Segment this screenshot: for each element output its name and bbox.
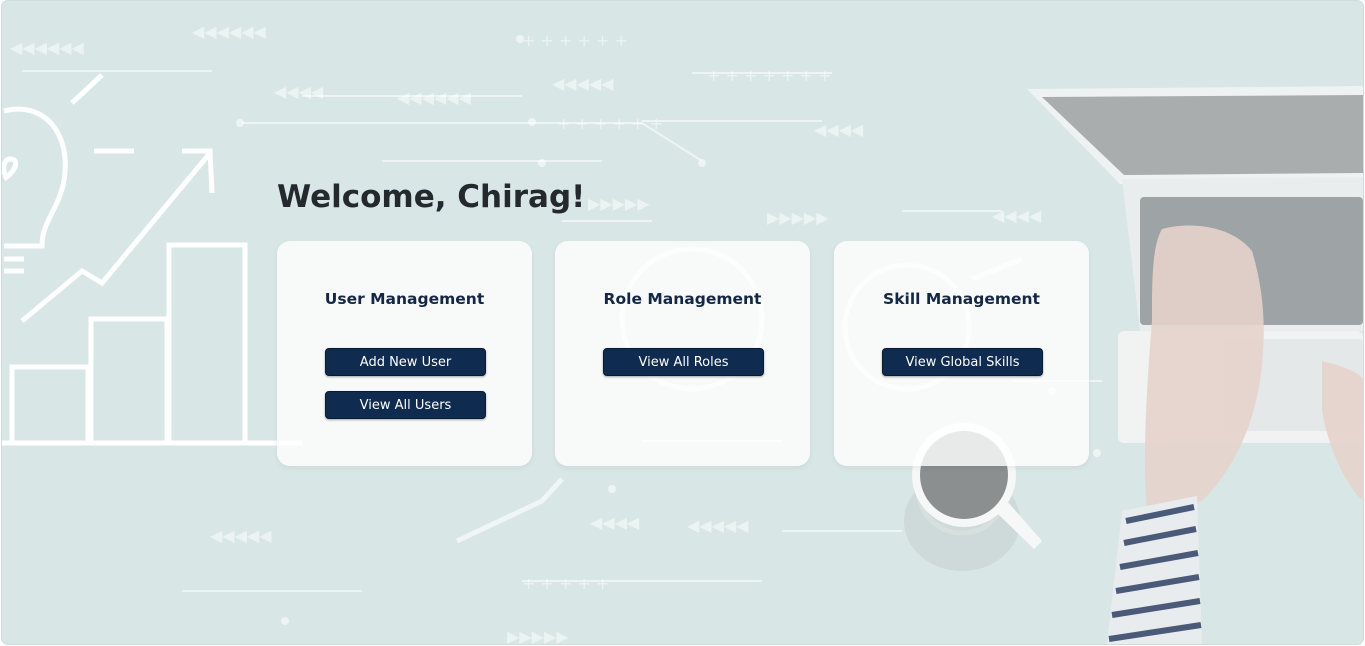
view-global-skills-button[interactable]: View Global Skills bbox=[882, 348, 1043, 376]
user-management-card: User Management Add New User View All Us… bbox=[277, 241, 532, 466]
svg-text:+ + + + + +: + + + + + + bbox=[522, 31, 628, 50]
page-frame: ◀◀◀◀◀◀ ◀◀◀◀◀◀ ◀◀◀◀ ◀◀◀◀◀◀ ◀◀◀◀◀ ▶▶▶▶▶ ▶▶… bbox=[2, 1, 1363, 644]
svg-text:◀◀◀◀◀◀: ◀◀◀◀◀◀ bbox=[397, 88, 472, 107]
svg-text:◀◀◀◀◀: ◀◀◀◀◀ bbox=[210, 526, 272, 545]
view-all-users-button[interactable]: View All Users bbox=[325, 391, 486, 419]
svg-text:+ + + + + +: + + + + + + bbox=[557, 114, 663, 133]
svg-text:◀◀◀◀: ◀◀◀◀ bbox=[992, 206, 1042, 225]
add-new-user-button[interactable]: Add New User bbox=[325, 348, 486, 376]
card-title: Role Management bbox=[603, 290, 762, 308]
role-management-card: Role Management View All Roles bbox=[555, 241, 810, 466]
svg-text:+ + + + + + +: + + + + + + + bbox=[707, 66, 831, 85]
svg-text:◀◀◀◀◀◀: ◀◀◀◀◀◀ bbox=[10, 38, 85, 57]
skill-management-card: Skill Management View Global Skills bbox=[834, 241, 1089, 466]
svg-text:◀◀◀◀◀◀: ◀◀◀◀◀◀ bbox=[192, 22, 267, 41]
svg-text:◀◀◀◀◀: ◀◀◀◀◀ bbox=[552, 74, 614, 93]
welcome-heading: Welcome, Chirag! bbox=[277, 179, 586, 215]
card-title: User Management bbox=[324, 290, 485, 308]
svg-text:▶▶▶▶▶: ▶▶▶▶▶ bbox=[767, 208, 829, 227]
svg-text:▶▶▶▶▶: ▶▶▶▶▶ bbox=[588, 194, 650, 213]
svg-text:◀◀◀◀: ◀◀◀◀ bbox=[814, 120, 864, 139]
svg-text:◀◀◀◀: ◀◀◀◀ bbox=[274, 82, 324, 101]
svg-text:+ + + + +: + + + + + bbox=[522, 574, 609, 593]
svg-text:▶▶▶▶▶: ▶▶▶▶▶ bbox=[507, 627, 569, 644]
svg-text:◀◀◀◀: ◀◀◀◀ bbox=[590, 513, 640, 532]
view-all-roles-button[interactable]: View All Roles bbox=[603, 348, 764, 376]
svg-text:◀◀◀◀◀: ◀◀◀◀◀ bbox=[687, 516, 749, 535]
card-title: Skill Management bbox=[883, 290, 1040, 308]
